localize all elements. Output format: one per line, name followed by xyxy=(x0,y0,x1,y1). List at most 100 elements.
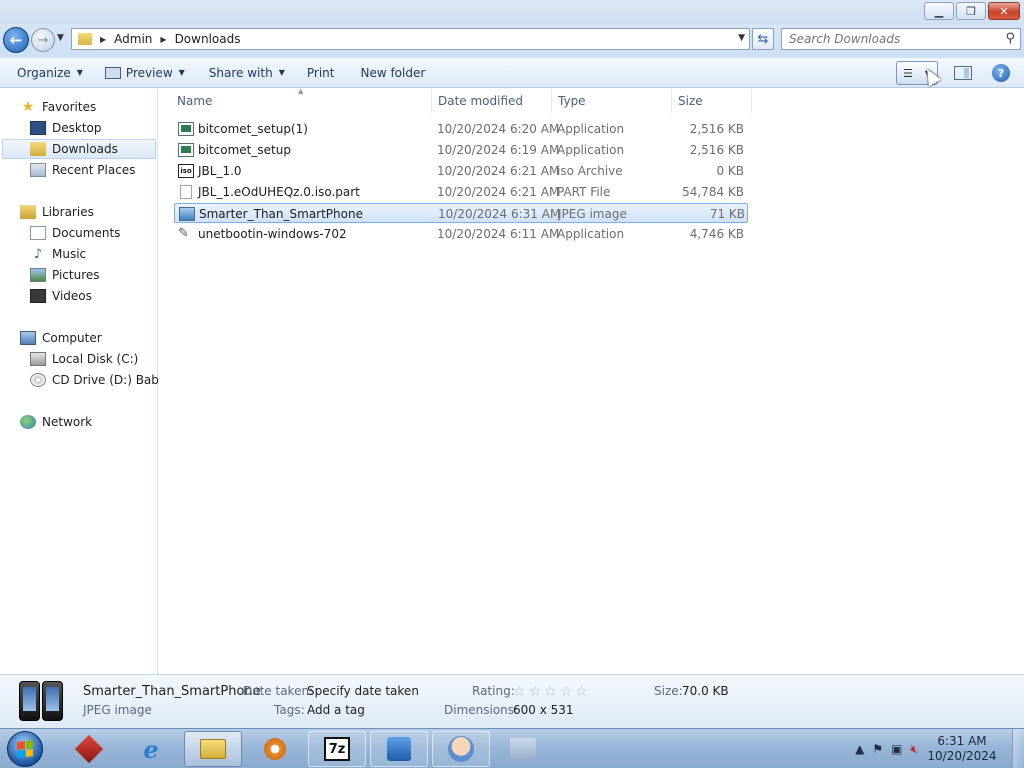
star-empty-icon[interactable]: ☆ xyxy=(529,684,542,700)
address-bar[interactable]: ▶ Admin ▶ Downloads ▼ xyxy=(71,28,750,50)
folder-icon xyxy=(78,33,92,45)
action-center-flag-icon[interactable]: ⚑ xyxy=(872,742,883,756)
file-row[interactable]: bitcomet_setup(1) 10/20/2024 6:20 AM App… xyxy=(174,119,748,139)
taskbar-windows-explorer[interactable] xyxy=(184,731,242,767)
taskbar-app-red[interactable] xyxy=(60,731,118,767)
taskbar-gray-app[interactable] xyxy=(494,731,552,767)
column-header-name[interactable]: Name ▲ xyxy=(159,87,432,113)
nav-recent-places[interactable]: Recent Places xyxy=(30,160,135,180)
volume-muted-icon[interactable]: 🔇︎ xyxy=(910,742,918,757)
show-desktop-button[interactable] xyxy=(1012,729,1024,768)
preview-label: Preview xyxy=(125,65,173,80)
file-date: 10/20/2024 6:31 AM xyxy=(438,207,561,221)
file-name: bitcomet_setup xyxy=(198,143,291,157)
column-header-date-modified[interactable]: Date modified xyxy=(432,89,552,113)
date-taken-value[interactable]: Specify date taken xyxy=(307,684,419,698)
navigation-pane[interactable]: ★ Favorites Desktop Downloads Recent Plac… xyxy=(0,89,174,674)
network-tray-icon[interactable]: ▣ xyxy=(891,742,902,756)
libraries-icon xyxy=(20,205,36,219)
file-row-selected[interactable]: Smarter_Than_SmartPhone 10/20/2024 6:31 … xyxy=(174,203,748,223)
taskbar-blue-app[interactable] xyxy=(370,731,428,767)
star-empty-icon[interactable]: ☆ xyxy=(544,684,557,700)
taskbar-7zip[interactable]: 7z xyxy=(308,731,366,767)
organize-label: Organize xyxy=(17,65,71,80)
restore-button[interactable]: ❐ xyxy=(956,2,986,20)
taskbar-internet-explorer[interactable]: e xyxy=(122,731,180,767)
chevron-down-icon: ▼ xyxy=(76,68,83,77)
nav-favorites[interactable]: ★ Favorites xyxy=(20,97,97,117)
nav-desktop[interactable]: Desktop xyxy=(30,118,102,138)
nav-documents-label: Documents xyxy=(52,226,121,240)
pictures-icon xyxy=(30,268,46,282)
file-row[interactable]: JBL_1.eOdUHEQz.0.iso.part 10/20/2024 6:2… xyxy=(174,182,748,202)
breadcrumb-downloads[interactable]: Downloads xyxy=(175,32,241,46)
taskbar-cartoon-app[interactable] xyxy=(432,731,490,767)
clock[interactable]: 6:31 AM 10/20/2024 xyxy=(926,734,998,764)
refresh-button[interactable]: ⇆ xyxy=(752,28,774,50)
help-button[interactable]: ? xyxy=(992,64,1010,82)
recent-pages-dropdown[interactable]: ▼ xyxy=(57,33,64,43)
nav-computer-label: Computer xyxy=(42,331,102,345)
file-row[interactable]: bitcomet_setup 10/20/2024 6:19 AM Applic… xyxy=(174,140,748,160)
search-icon[interactable]: ⚲ xyxy=(1005,31,1015,46)
breadcrumb-admin[interactable]: Admin xyxy=(114,32,152,46)
nav-music[interactable]: ♪ Music xyxy=(30,244,86,264)
minimize-button[interactable]: ▁ xyxy=(924,2,954,20)
column-header-type[interactable]: Type xyxy=(552,89,672,113)
nav-computer[interactable]: Computer xyxy=(20,328,102,348)
chevron-down-icon: ▼ xyxy=(178,68,185,77)
address-row: ← → ▼ ▶ Admin ▶ Downloads ▼ ⇆ ⚲ xyxy=(0,24,1024,58)
taskbar-media-player[interactable] xyxy=(246,731,304,767)
file-row[interactable]: ✎ unetbootin-windows-702 10/20/2024 6:11… xyxy=(174,224,748,244)
rating-stars[interactable]: ☆ ☆ ☆ ☆ ☆ xyxy=(513,684,588,700)
file-size: 4,746 KB xyxy=(689,227,744,241)
close-button[interactable]: ✕ xyxy=(988,2,1020,20)
organize-button[interactable]: Organize ▼ xyxy=(8,61,92,85)
nav-videos[interactable]: Videos xyxy=(30,286,92,306)
back-arrow-icon: ← xyxy=(9,31,23,49)
nav-documents[interactable]: Documents xyxy=(30,223,120,243)
breadcrumb-separator-icon[interactable]: ▶ xyxy=(160,35,166,44)
breadcrumb-separator-icon[interactable]: ▶ xyxy=(100,35,106,44)
start-button[interactable] xyxy=(7,731,43,767)
window-title-bar[interactable]: ▁ ❐ ✕ xyxy=(0,0,1024,24)
star-empty-icon[interactable]: ☆ xyxy=(513,684,526,700)
address-history-dropdown[interactable]: ▼ xyxy=(738,33,745,43)
sort-ascending-icon: ▲ xyxy=(298,87,304,95)
search-input[interactable] xyxy=(789,29,999,49)
windows-logo-icon xyxy=(17,740,33,758)
star-empty-icon[interactable]: ☆ xyxy=(575,684,588,700)
nav-libraries[interactable]: Libraries xyxy=(20,202,94,222)
share-with-button[interactable]: Share with ▼ xyxy=(200,61,294,85)
details-pane: Smarter_Than_SmartPhone JPEG image Date … xyxy=(0,674,1024,728)
dimensions-label: Dimensions: xyxy=(444,703,519,717)
star-empty-icon[interactable]: ☆ xyxy=(560,684,573,700)
back-button[interactable]: ← xyxy=(3,27,29,53)
preview-button[interactable]: Preview ▼ xyxy=(96,61,194,85)
file-type: Application xyxy=(557,143,625,157)
file-date: 10/20/2024 6:11 AM xyxy=(437,227,560,241)
preview-pane-toggle[interactable] xyxy=(954,66,972,80)
seven-zip-icon: 7z xyxy=(324,737,350,761)
column-header-size[interactable]: Size xyxy=(672,89,752,113)
nav-network[interactable]: Network xyxy=(20,412,92,432)
new-folder-button[interactable]: New folder xyxy=(351,61,434,85)
file-type: Application xyxy=(557,227,625,241)
file-size: 2,516 KB xyxy=(689,122,744,136)
search-box[interactable]: ⚲ xyxy=(781,28,1021,50)
nav-downloads[interactable]: Downloads xyxy=(2,139,156,159)
nav-cd-drive[interactable]: CD Drive (D:) Baby2 xyxy=(30,370,174,390)
media-player-icon xyxy=(264,738,286,760)
file-size: 0 KB xyxy=(716,164,744,178)
tags-value[interactable]: Add a tag xyxy=(307,703,365,717)
print-button[interactable]: Print xyxy=(298,61,344,85)
file-size: 71 KB xyxy=(709,207,745,221)
nav-local-disk[interactable]: Local Disk (C:) xyxy=(30,349,138,369)
forward-button[interactable]: → xyxy=(31,28,55,52)
show-hidden-icons-icon[interactable]: ▲ xyxy=(855,742,864,756)
nav-desktop-label: Desktop xyxy=(52,121,102,135)
nav-recent-places-label: Recent Places xyxy=(52,163,136,177)
nav-pictures[interactable]: Pictures xyxy=(30,265,100,285)
file-row[interactable]: iso JBL_1.0 10/20/2024 6:21 AM iso Archi… xyxy=(174,161,748,181)
file-list[interactable]: Name ▲ Date modified Type Size bitcomet_… xyxy=(159,87,1024,674)
